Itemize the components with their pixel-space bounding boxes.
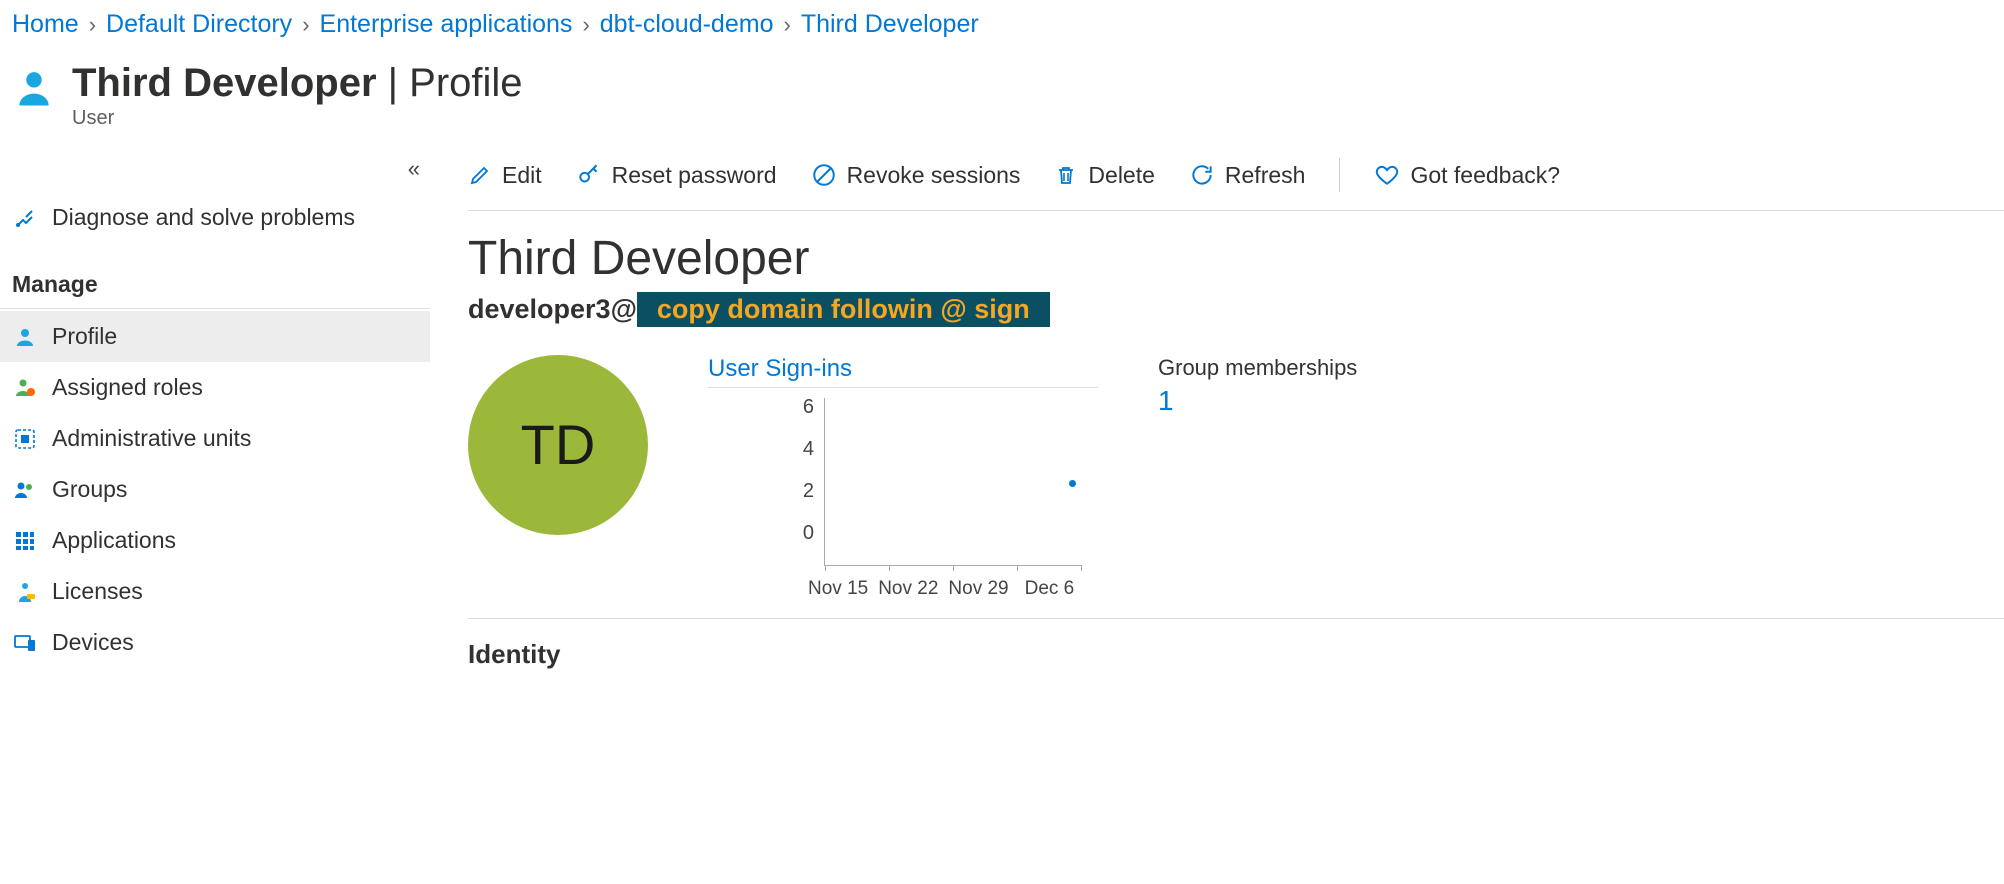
- sidebar-item-label: Diagnose and solve problems: [52, 204, 355, 231]
- page-header: Third Developer | Profile User: [0, 47, 2004, 146]
- x-tick: Nov 15: [808, 578, 868, 600]
- sidebar-item-label: Groups: [52, 476, 127, 503]
- group-memberships-label: Group memberships: [1158, 355, 1358, 381]
- sidebar-item-label: Licenses: [52, 578, 143, 605]
- y-tick: 6: [794, 396, 814, 438]
- sidebar-item-label: Administrative units: [52, 425, 251, 452]
- diagnose-icon: [12, 205, 38, 231]
- delete-button[interactable]: Delete: [1054, 162, 1154, 189]
- devices-icon: [12, 630, 38, 656]
- avatar-initials: TD: [521, 412, 596, 477]
- group-memberships-panel: Group memberships 1: [1158, 355, 1358, 572]
- breadcrumb: Home › Default Directory › Enterprise ap…: [0, 0, 2004, 47]
- feedback-button[interactable]: Got feedback?: [1374, 162, 1560, 189]
- user-icon: [12, 67, 56, 111]
- key-icon: [576, 162, 602, 188]
- group-memberships-count[interactable]: 1: [1158, 385, 1358, 417]
- edit-icon: [468, 163, 492, 187]
- sidebar-item-diagnose[interactable]: Diagnose and solve problems: [0, 192, 430, 243]
- y-tick: 2: [794, 480, 814, 522]
- assigned-roles-icon: [12, 375, 38, 401]
- chevron-right-icon: ›: [302, 12, 309, 38]
- sidebar-item-profile[interactable]: Profile: [0, 311, 430, 362]
- refresh-button[interactable]: Refresh: [1189, 162, 1306, 189]
- sidebar-item-licenses[interactable]: Licenses: [0, 566, 430, 617]
- sidebar-heading-manage: Manage: [0, 243, 430, 309]
- x-tick: Dec 6: [1025, 578, 1075, 600]
- sidebar-item-devices[interactable]: Devices: [0, 617, 430, 668]
- page-title-suffix: Profile: [409, 61, 522, 105]
- toolbar-label: Delete: [1088, 162, 1154, 189]
- profile-email-prefix: developer3@: [468, 294, 637, 325]
- page-subtitle: User: [72, 107, 523, 130]
- profile-display-name: Third Developer: [468, 233, 2004, 286]
- refresh-icon: [1189, 162, 1215, 188]
- licenses-icon: [12, 579, 38, 605]
- sidebar-item-label: Applications: [52, 527, 176, 554]
- groups-icon: [12, 477, 38, 503]
- x-tick: Nov 29: [948, 578, 1008, 600]
- toolbar-label: Got feedback?: [1410, 162, 1560, 189]
- trash-icon: [1054, 163, 1078, 187]
- toolbar-label: Refresh: [1225, 162, 1306, 189]
- heart-icon: [1374, 162, 1400, 188]
- breadcrumb-app[interactable]: dbt-cloud-demo: [600, 10, 774, 39]
- y-tick: 4: [794, 438, 814, 480]
- profile-icon: [12, 324, 38, 350]
- admin-units-icon: [12, 426, 38, 452]
- sidebar-item-label: Devices: [52, 629, 134, 656]
- x-axis-labels: Nov 15 Nov 22 Nov 29 Dec 6: [808, 578, 1074, 600]
- breadcrumb-directory[interactable]: Default Directory: [106, 10, 292, 39]
- signins-title[interactable]: User Sign-ins: [708, 355, 1098, 388]
- toolbar-label: Reset password: [612, 162, 777, 189]
- profile-email-redacted: copy domain followin @ sign: [637, 292, 1050, 327]
- block-icon: [811, 162, 837, 188]
- sidebar-item-label: Profile: [52, 323, 117, 350]
- toolbar: Edit Reset password Revoke sessions Dele…: [468, 146, 2004, 211]
- y-tick: 0: [794, 522, 814, 564]
- breadcrumb-home[interactable]: Home: [12, 10, 79, 39]
- sidebar-item-groups[interactable]: Groups: [0, 464, 430, 515]
- page-title-main: Third Developer: [72, 61, 377, 105]
- x-tick: Nov 22: [878, 578, 938, 600]
- toolbar-label: Edit: [502, 162, 542, 189]
- data-point: [1069, 480, 1076, 487]
- breadcrumb-user[interactable]: Third Developer: [801, 10, 979, 39]
- identity-heading: Identity: [468, 639, 2004, 670]
- reset-password-button[interactable]: Reset password: [576, 162, 777, 189]
- sidebar-item-label: Assigned roles: [52, 374, 203, 401]
- section-divider: [468, 618, 2004, 619]
- toolbar-label: Revoke sessions: [847, 162, 1021, 189]
- content-area: Edit Reset password Revoke sessions Dele…: [430, 146, 2004, 670]
- collapse-sidebar-icon[interactable]: «: [408, 156, 420, 182]
- revoke-sessions-button[interactable]: Revoke sessions: [811, 162, 1021, 189]
- sidebar-item-applications[interactable]: Applications: [0, 515, 430, 566]
- applications-icon: [12, 528, 38, 554]
- toolbar-separator: [1339, 158, 1340, 192]
- signins-panel: User Sign-ins 6 4 2 0: [708, 355, 1098, 572]
- breadcrumb-enterprise-apps[interactable]: Enterprise applications: [320, 10, 573, 39]
- avatar: TD: [468, 355, 648, 535]
- signins-chart: 6 4 2 0 Nov 15 Nov: [708, 392, 1098, 572]
- edit-button[interactable]: Edit: [468, 162, 542, 189]
- sidebar-item-assigned-roles[interactable]: Assigned roles: [0, 362, 430, 413]
- profile-email: developer3@ copy domain followin @ sign: [468, 292, 2004, 327]
- sidebar: « Diagnose and solve problems Manage Pro…: [0, 146, 430, 670]
- chevron-right-icon: ›: [783, 12, 790, 38]
- chart-plot: [824, 398, 1082, 566]
- chevron-right-icon: ›: [582, 12, 589, 38]
- chevron-right-icon: ›: [89, 12, 96, 38]
- page-title: Third Developer | Profile: [72, 61, 523, 105]
- sidebar-item-admin-units[interactable]: Administrative units: [0, 413, 430, 464]
